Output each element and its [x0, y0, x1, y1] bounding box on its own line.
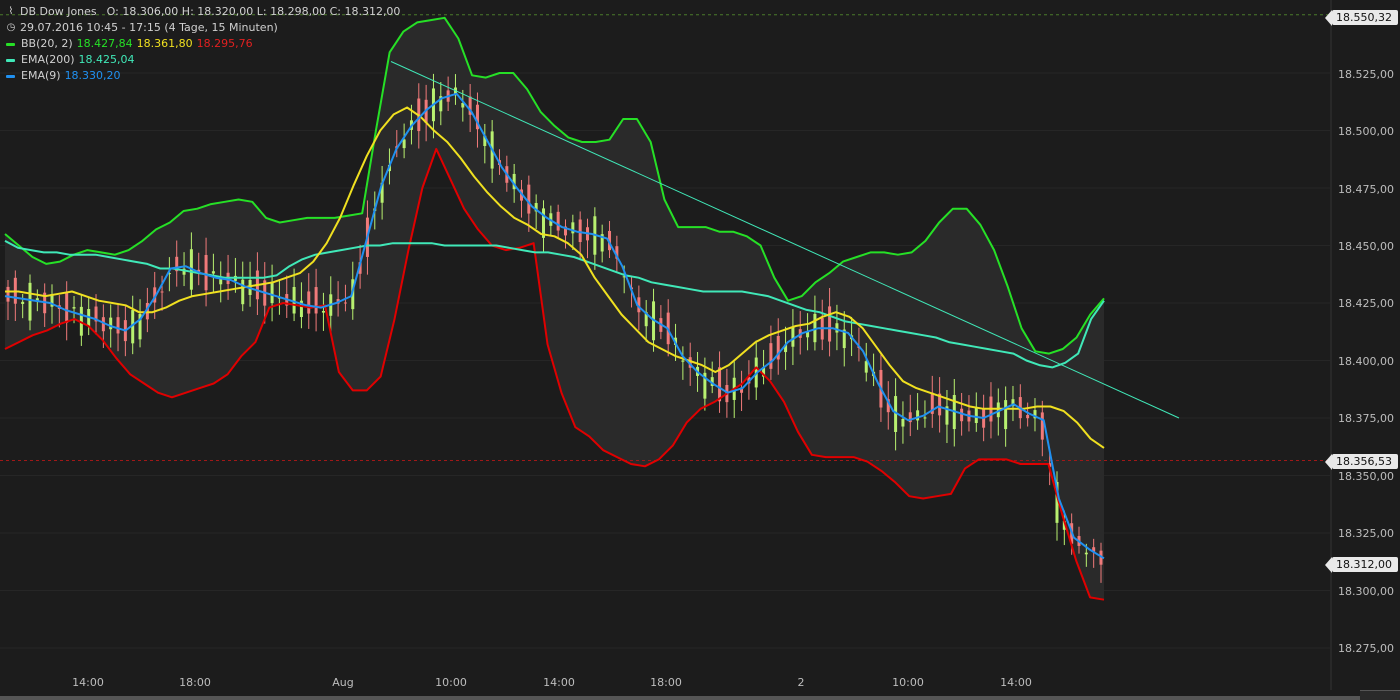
candle-body	[307, 291, 311, 314]
candle-body	[864, 361, 868, 373]
x-tick-label: 10:00	[435, 676, 467, 689]
clock-icon[interactable]: ◷	[6, 20, 16, 36]
candle-body	[718, 367, 722, 402]
candle-body	[204, 254, 208, 291]
ohlc-values: O: 18.306,00 H: 18.320,00 L: 18.298,00 C…	[106, 5, 401, 18]
x-tick-label: 14:00	[543, 676, 575, 689]
ema200-swatch-icon	[6, 58, 15, 62]
candle-body	[769, 343, 773, 369]
bb-label: BB(20, 2)	[21, 37, 73, 50]
x-tick-label: 14:00	[72, 676, 104, 689]
y-tick-label: 18.350,00	[1338, 470, 1394, 483]
ema200-value: 18.425,04	[78, 53, 135, 66]
chart-canvas[interactable]	[0, 0, 1400, 700]
y-tick-label: 18.375,00	[1338, 412, 1394, 425]
y-tick-label: 18.450,00	[1338, 240, 1394, 253]
candle-body	[1026, 415, 1030, 419]
y-tick-label: 18.500,00	[1338, 125, 1394, 138]
x-tick-label: 18:00	[179, 676, 211, 689]
candle-body	[241, 279, 245, 305]
candle-body	[402, 139, 406, 149]
candle-body	[343, 302, 347, 304]
x-tick-label: 18:00	[650, 676, 682, 689]
candle-body	[835, 323, 839, 333]
time-range: 29.07.2016 10:45 - 17:15 (4 Tage, 15 Min…	[20, 21, 278, 34]
last-price-tag: 18.312,00	[1325, 557, 1398, 573]
bb-lower-value: 18.295,76	[196, 37, 253, 50]
candle-body	[211, 271, 215, 274]
time-scrollbar[interactable]	[0, 696, 1360, 700]
y-tick-label: 18.400,00	[1338, 355, 1394, 368]
candle-body	[916, 410, 920, 421]
candle-body	[314, 287, 318, 314]
candle-body	[960, 408, 964, 422]
legend-ema9[interactable]: EMA(9) 18.330,20	[6, 68, 400, 84]
candle-body	[292, 287, 296, 314]
legend-ema200[interactable]: EMA(200) 18.425,04	[6, 52, 400, 68]
candle-body	[556, 211, 560, 231]
instrument-title: DB Dow Jones	[20, 5, 97, 18]
legend-bb[interactable]: BB(20, 2) 18.427,84 18.361,80 18.295,76	[6, 36, 400, 52]
ema200-label: EMA(200)	[21, 53, 75, 66]
candle-body	[21, 301, 25, 304]
candle-body	[109, 317, 113, 330]
candle-body	[65, 291, 69, 323]
chart-window: ⌇ DB Dow Jones O: 18.306,00 H: 18.320,00…	[0, 0, 1400, 700]
candle-body	[28, 282, 32, 321]
candle-body	[1084, 552, 1088, 555]
high-price-tag: 18.550,32	[1325, 10, 1398, 26]
x-tick-label: 14:00	[1000, 676, 1032, 689]
candle-body	[116, 317, 120, 334]
scrollbar-corner	[1360, 690, 1400, 700]
candle-body	[321, 310, 325, 313]
candle-body	[1040, 412, 1044, 440]
candle-body	[791, 327, 795, 347]
ema9-swatch-icon	[6, 74, 15, 78]
chart-type-icon[interactable]: ⌇	[6, 4, 16, 20]
candle-body	[923, 417, 927, 419]
y-tick-label: 18.525,00	[1338, 68, 1394, 81]
candle-body	[270, 283, 274, 304]
candle-body	[219, 279, 223, 285]
bollinger-band-fill	[5, 17, 1104, 600]
bb-upper-value: 18.427,84	[76, 37, 133, 50]
y-tick-label: 18.325,00	[1338, 527, 1394, 540]
candle-body	[974, 407, 978, 424]
reference-price-tag: 18.356,53	[1325, 454, 1398, 470]
ema9-label: EMA(9)	[21, 69, 61, 82]
candle-body	[527, 184, 531, 214]
ema9-value: 18.330,20	[64, 69, 121, 82]
candle-body	[828, 306, 832, 342]
x-tick-label: 2	[797, 676, 805, 689]
x-tick-label: Aug	[332, 676, 354, 689]
y-tick-label: 18.275,00	[1338, 642, 1394, 655]
candle-body	[72, 307, 76, 309]
candle-body	[901, 419, 905, 427]
candle-body	[1004, 400, 1008, 430]
candle-body	[578, 219, 582, 243]
candle-body	[6, 286, 10, 302]
y-tick-label: 18.425,00	[1338, 297, 1394, 310]
bb-mid-value: 18.361,80	[136, 37, 193, 50]
y-tick-label: 18.300,00	[1338, 585, 1394, 598]
x-tick-label: 10:00	[892, 676, 924, 689]
bb-swatch-icon	[6, 42, 15, 46]
candle-body	[681, 360, 685, 362]
chart-legend: ⌇ DB Dow Jones O: 18.306,00 H: 18.320,00…	[6, 4, 400, 84]
y-tick-label: 18.475,00	[1338, 183, 1394, 196]
candle-body	[160, 291, 164, 293]
